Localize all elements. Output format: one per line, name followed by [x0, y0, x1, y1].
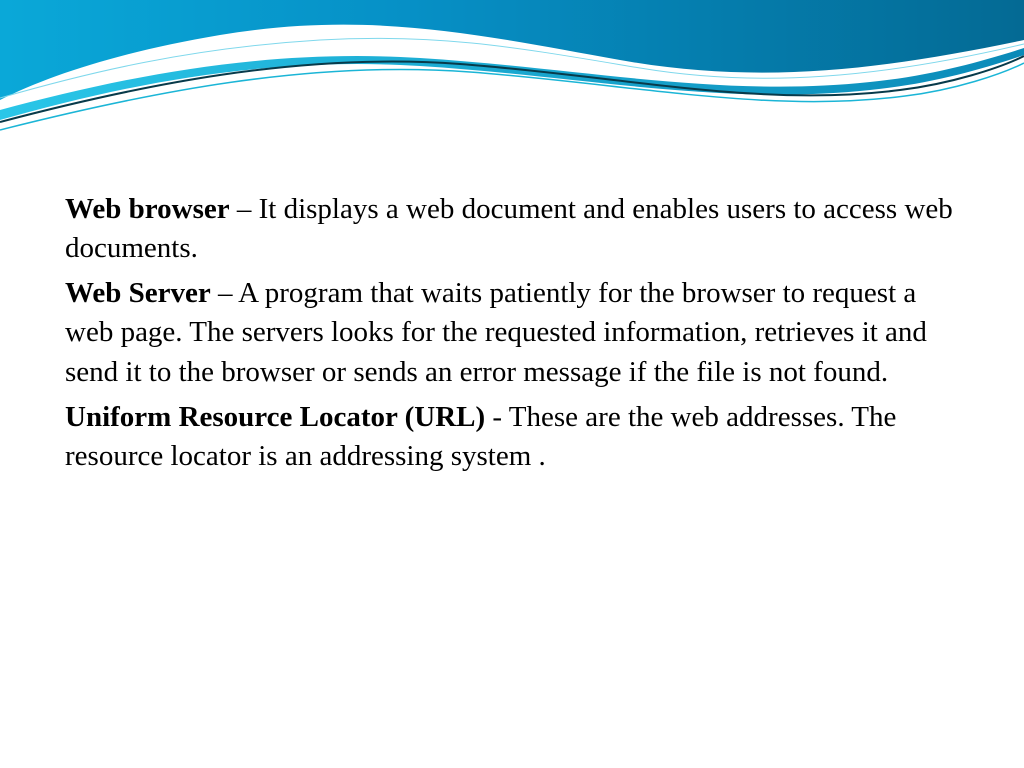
definition-url: Uniform Resource Locator (URL) - These a… — [65, 398, 965, 476]
slide-body: Web browser – It displays a web document… — [65, 190, 965, 482]
sep-web-server: – — [211, 277, 238, 309]
definition-web-browser: Web browser – It displays a web document… — [65, 190, 965, 268]
term-web-browser: Web browser — [65, 193, 230, 225]
term-web-server: Web Server — [65, 277, 211, 309]
sep-web-browser: – — [230, 193, 259, 225]
sep-url: - — [485, 401, 509, 433]
term-url: Uniform Resource Locator (URL) — [65, 401, 485, 433]
header-swoosh-decoration — [0, 0, 1024, 160]
definition-web-server: Web Server – A program that waits patien… — [65, 274, 965, 391]
